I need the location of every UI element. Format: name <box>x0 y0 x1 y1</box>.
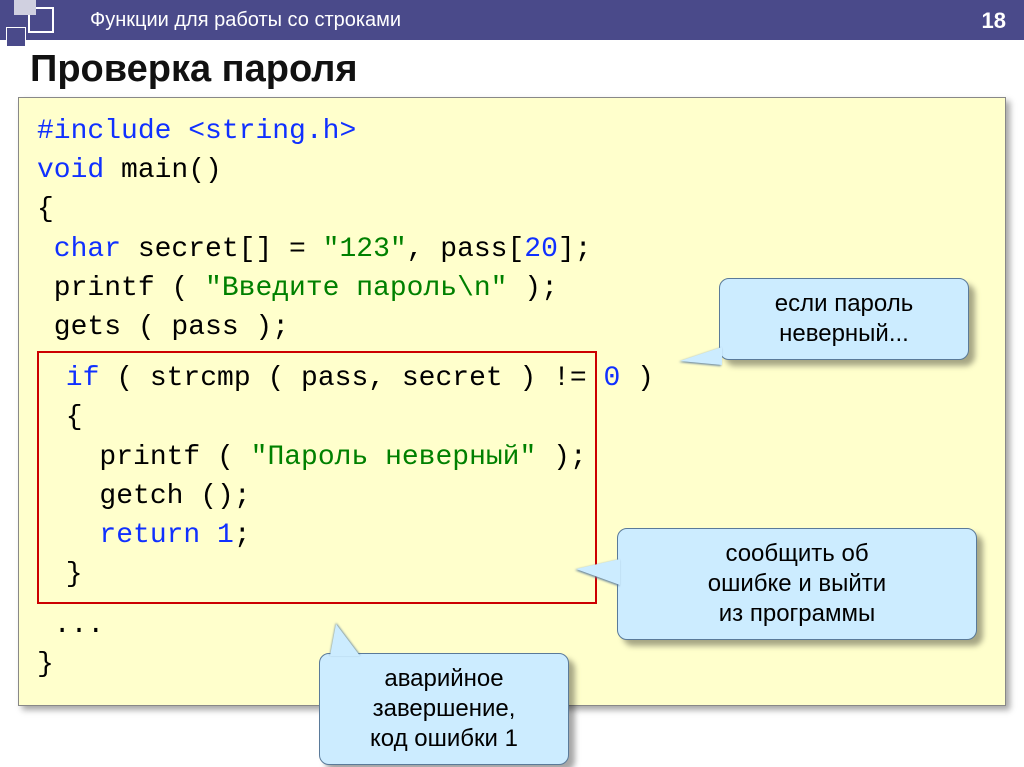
code-text: ... <box>37 610 104 641</box>
code-text: printf ( <box>49 442 251 473</box>
code-text: { <box>49 402 83 433</box>
code-text: printf ( <box>37 273 205 304</box>
code-text: char <box>37 234 121 265</box>
decor-icon <box>28 7 54 33</box>
code-text: ) <box>620 363 654 394</box>
code-text: ); <box>507 273 557 304</box>
code-text: { <box>37 194 54 225</box>
code-text: ]; <box>558 234 592 265</box>
slide-header: Функции для работы со строками 18 <box>0 0 1024 40</box>
callout-text: из программы <box>719 600 875 627</box>
code-text: #include <box>37 116 188 147</box>
code-text: return <box>49 520 200 551</box>
code-text <box>200 520 217 551</box>
code-text: } <box>49 559 83 590</box>
highlight-box: if ( strcmp ( pass, secret ) != 0 ) { pr… <box>37 351 597 604</box>
callout-error-code: аварийное завершение, код ошибки 1 <box>319 653 569 765</box>
code-text: "Пароль неверный" <box>251 442 537 473</box>
callout-text: сообщить об <box>725 540 868 567</box>
callout-tail-icon <box>680 347 722 365</box>
callout-text: если пароль <box>775 290 913 317</box>
code-text: } <box>37 649 54 680</box>
code-text: ); <box>536 442 586 473</box>
code-panel: #include <string.h> void main() { char s… <box>18 97 1006 706</box>
page-number: 18 <box>982 8 1006 34</box>
callout-text: неверный... <box>779 320 909 347</box>
code-text: "Введите пароль\n" <box>205 273 507 304</box>
callout-wrong-password: если пароль неверный... <box>719 278 969 360</box>
code-text: secret[] = <box>121 234 323 265</box>
code-text: gets ( pass ); <box>37 312 289 343</box>
code-text: , pass[ <box>407 234 525 265</box>
callout-tail-icon <box>576 559 620 585</box>
code-text: 20 <box>524 234 558 265</box>
code-text: 1 <box>217 520 234 551</box>
code-text: <string.h> <box>188 116 356 147</box>
code-text: 0 <box>604 363 621 394</box>
code-text: getch (); <box>49 481 251 512</box>
code-text: main() <box>104 155 222 186</box>
code-text: if <box>49 363 99 394</box>
code-text: void <box>37 155 104 186</box>
callout-text: код ошибки 1 <box>370 725 518 752</box>
code-text: ( strcmp ( pass, secret ) != <box>99 363 603 394</box>
callout-text: аварийное <box>384 665 503 692</box>
code-text: "123" <box>323 234 407 265</box>
code-text: ; <box>234 520 251 551</box>
callout-text: завершение, <box>373 695 516 722</box>
callout-tail-icon <box>330 624 360 656</box>
breadcrumb: Функции для работы со строками <box>90 9 401 32</box>
callout-report-exit: сообщить об ошибке и выйти из программы <box>617 528 977 640</box>
callout-text: ошибке и выйти <box>708 570 886 597</box>
page-title: Проверка пароля <box>30 48 1024 91</box>
